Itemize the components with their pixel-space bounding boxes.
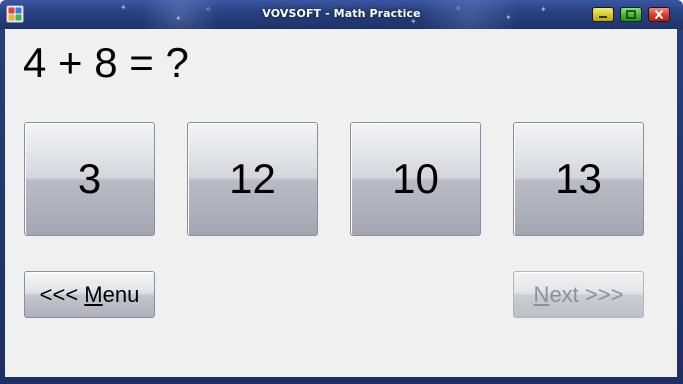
close-icon bbox=[654, 9, 664, 20]
answer-button-1[interactable]: 3 bbox=[24, 122, 155, 236]
menu-label-prefix: <<< bbox=[39, 281, 85, 307]
next-button-label: Next >>> bbox=[514, 272, 643, 317]
minimize-icon bbox=[599, 16, 607, 18]
menu-label-hotkey: M bbox=[84, 281, 103, 307]
window-title: VOVSOFT - Math Practice bbox=[262, 7, 421, 20]
minimize-button[interactable] bbox=[592, 7, 614, 22]
answer-label: 13 bbox=[555, 155, 602, 202]
close-button[interactable] bbox=[648, 7, 670, 22]
next-label-hotkey: N bbox=[533, 281, 550, 307]
answer-button-3[interactable]: 10 bbox=[350, 122, 481, 236]
answer-button-2[interactable]: 12 bbox=[187, 122, 318, 236]
answer-label: 3 bbox=[77, 155, 102, 202]
next-button[interactable]: Next >>> bbox=[513, 271, 644, 318]
menu-button[interactable]: <<< Menu bbox=[24, 271, 155, 318]
question-text: 4 + 8 = ? bbox=[23, 39, 189, 86]
menu-label-rest: enu bbox=[102, 281, 140, 307]
answer-label: 10 bbox=[392, 155, 439, 202]
next-label-rest: ext >>> bbox=[549, 281, 624, 307]
title-bar[interactable]: ✦ ✦ ✧ ✦ ✧ ✦ ✦ VOVSOFT - Math Practice bbox=[0, 0, 683, 29]
client-area: 4 + 8 = ? 3 12 10 13 <<< Menu Next >>> bbox=[5, 29, 677, 377]
maximize-button[interactable] bbox=[620, 7, 642, 22]
app-window: ✦ ✦ ✧ ✦ ✧ ✦ ✦ VOVSOFT - Math Practice 4 … bbox=[0, 0, 683, 384]
answer-label: 12 bbox=[229, 155, 276, 202]
answer-button-4[interactable]: 13 bbox=[513, 122, 644, 236]
maximize-icon bbox=[626, 10, 636, 19]
menu-button-label: <<< Menu bbox=[25, 272, 154, 317]
